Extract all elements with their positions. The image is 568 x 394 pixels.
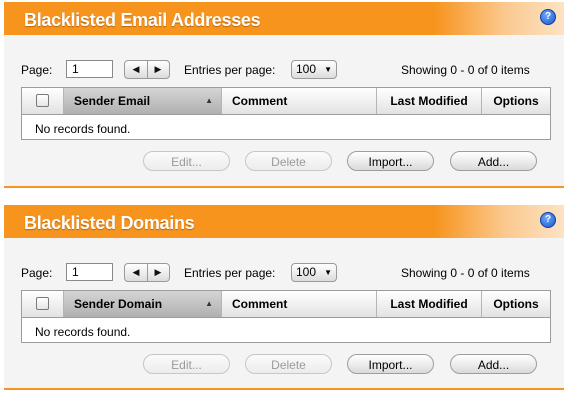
column-comment[interactable]: Comment — [222, 291, 377, 317]
column-last-modified[interactable]: Last Modified — [377, 291, 482, 317]
empty-message: No records found. — [35, 325, 131, 339]
entries-per-page-select[interactable]: 100 ▼ — [291, 263, 337, 282]
records-table: Sender Domain ▲ Comment Last Modified Op… — [21, 290, 551, 343]
prev-page-button[interactable]: ◀ — [125, 264, 148, 281]
page-label: Page: — [21, 63, 53, 77]
records-table: Sender Email ▲ Comment Last Modified Opt… — [21, 87, 551, 140]
chevron-down-icon: ▼ — [324, 268, 332, 277]
next-page-button[interactable]: ▶ — [147, 264, 169, 281]
page-nav: ◀ ▶ — [124, 263, 170, 282]
select-all-checkbox[interactable] — [36, 94, 49, 107]
prev-page-button[interactable]: ◀ — [125, 61, 148, 78]
panel-title: Blacklisted Email Addresses — [24, 10, 261, 30]
select-all-column — [22, 291, 64, 317]
help-icon[interactable]: ? — [540, 9, 556, 25]
pager: Page: ◀ ▶ Entries per page: 100 ▼ Showin… — [4, 59, 564, 81]
import-button[interactable]: Import... — [347, 151, 434, 171]
empty-message: No records found. — [35, 122, 131, 136]
panel-header: Blacklisted Email Addresses ? — [4, 2, 564, 35]
edit-button[interactable]: Edit... — [143, 151, 230, 171]
sort-ascending-icon: ▲ — [205, 96, 213, 105]
column-options: Options — [493, 297, 539, 311]
column-comment[interactable]: Comment — [222, 88, 377, 114]
showing-count: Showing 0 - 0 of 0 items — [401, 63, 530, 77]
page-input[interactable] — [66, 263, 113, 281]
showing-count: Showing 0 - 0 of 0 items — [401, 266, 530, 280]
blacklisted-domains-panel: Blacklisted Domains ? Page: ◀ ▶ Entries … — [4, 205, 564, 390]
panel-title: Blacklisted Domains — [24, 213, 195, 233]
delete-button[interactable]: Delete — [245, 354, 332, 374]
page-nav: ◀ ▶ — [124, 60, 170, 79]
help-icon[interactable]: ? — [540, 212, 556, 228]
page-label: Page: — [21, 266, 53, 280]
edit-button[interactable]: Edit... — [143, 354, 230, 374]
blacklisted-emails-panel: Blacklisted Email Addresses ? Page: ◀ ▶ … — [4, 2, 564, 188]
chevron-down-icon: ▼ — [324, 65, 332, 74]
column-sender-domain[interactable]: Sender Domain ▲ — [64, 291, 222, 317]
column-sender-email[interactable]: Sender Email ▲ — [64, 88, 222, 114]
next-page-button[interactable]: ▶ — [147, 61, 169, 78]
pager: Page: ◀ ▶ Entries per page: 100 ▼ Showin… — [4, 262, 564, 284]
add-button[interactable]: Add... — [450, 151, 537, 171]
table-header: Sender Domain ▲ Comment Last Modified Op… — [22, 291, 550, 318]
entries-label: Entries per page: — [184, 63, 276, 77]
select-all-checkbox[interactable] — [36, 297, 49, 310]
sort-ascending-icon: ▲ — [205, 299, 213, 308]
entries-label: Entries per page: — [184, 266, 276, 280]
table-header: Sender Email ▲ Comment Last Modified Opt… — [22, 88, 550, 115]
page-input[interactable] — [66, 60, 113, 78]
entries-per-page-select[interactable]: 100 ▼ — [291, 60, 337, 79]
delete-button[interactable]: Delete — [245, 151, 332, 171]
column-options: Options — [493, 94, 539, 108]
add-button[interactable]: Add... — [450, 354, 537, 374]
panel-header: Blacklisted Domains ? — [4, 205, 564, 238]
import-button[interactable]: Import... — [347, 354, 434, 374]
column-last-modified[interactable]: Last Modified — [377, 88, 482, 114]
select-all-column — [22, 88, 64, 114]
